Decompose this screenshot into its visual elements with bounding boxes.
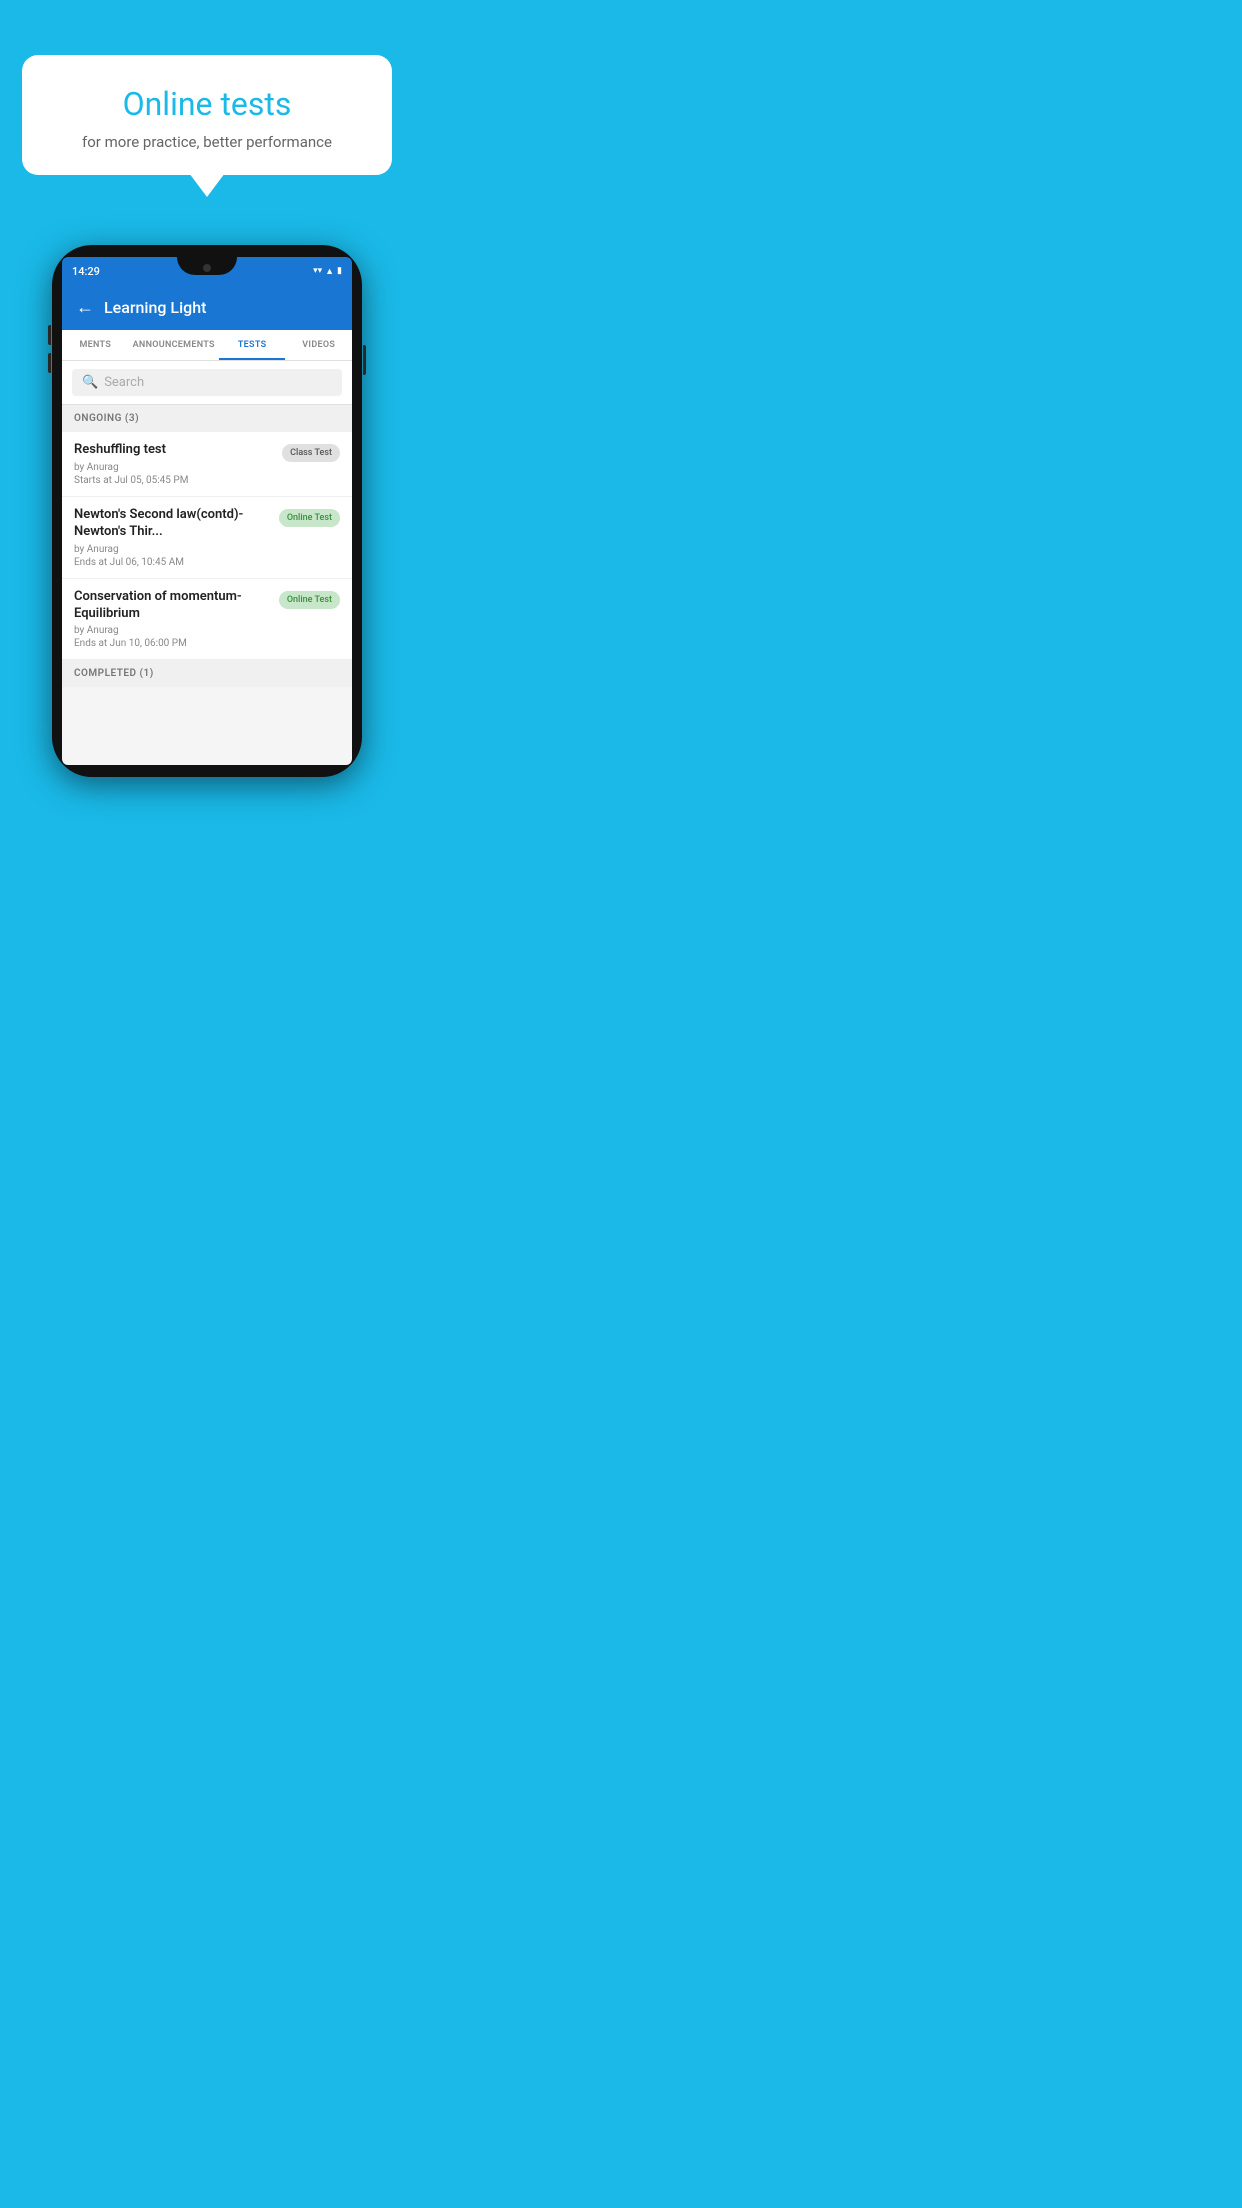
test-item-content: Reshuffling test by Anurag Starts at Jul…: [74, 442, 274, 486]
phone-body: 14:29 ▾▾ ▲ ▮ ← Learning Light MENTS: [52, 245, 362, 777]
test-date: Starts at Jul 05, 05:45 PM: [74, 475, 274, 486]
test-author: by Anurag: [74, 544, 271, 555]
status-bar: 14:29 ▾▾ ▲ ▮: [62, 257, 352, 285]
tab-videos[interactable]: VIDEOS: [285, 330, 352, 360]
volume-down-button: [48, 353, 51, 373]
battery-icon: ▮: [337, 266, 342, 276]
signal-icon: ▲: [325, 266, 334, 277]
search-bar[interactable]: 🔍 Search: [72, 369, 342, 396]
back-button[interactable]: ←: [76, 297, 94, 318]
test-item-content: Newton's Second law(contd)-Newton's Thir…: [74, 507, 271, 568]
front-camera: [203, 264, 211, 272]
test-item[interactable]: Reshuffling test by Anurag Starts at Jul…: [62, 432, 352, 497]
search-input[interactable]: Search: [104, 375, 144, 390]
test-date: Ends at Jul 06, 10:45 AM: [74, 557, 271, 568]
wifi-icon: ▾▾: [313, 266, 322, 276]
test-title: Newton's Second law(contd)-Newton's Thir…: [74, 507, 271, 541]
search-container: 🔍 Search: [62, 361, 352, 405]
test-item-content: Conservation of momentum-Equilibrium by …: [74, 589, 271, 650]
phone-frame: 14:29 ▾▾ ▲ ▮ ← Learning Light MENTS: [52, 245, 362, 777]
speech-bubble-section: Online tests for more practice, better p…: [0, 55, 414, 175]
volume-up-button: [48, 325, 51, 345]
test-author: by Anurag: [74, 625, 271, 636]
test-title: Conservation of momentum-Equilibrium: [74, 589, 271, 623]
phone-screen: ← Learning Light MENTS ANNOUNCEMENTS TES…: [62, 285, 352, 765]
test-author: by Anurag: [74, 462, 274, 473]
status-icons: ▾▾ ▲ ▮: [313, 266, 342, 277]
speech-bubble: Online tests for more practice, better p…: [22, 55, 392, 175]
test-badge-online: Online Test: [279, 509, 340, 527]
test-item[interactable]: Conservation of momentum-Equilibrium by …: [62, 579, 352, 661]
tabs-bar: MENTS ANNOUNCEMENTS TESTS VIDEOS: [62, 330, 352, 361]
phone-notch: [177, 257, 237, 275]
ongoing-section-header: ONGOING (3): [62, 405, 352, 432]
tab-ments[interactable]: MENTS: [62, 330, 129, 360]
completed-section-header: COMPLETED (1): [62, 660, 352, 687]
test-item[interactable]: Newton's Second law(contd)-Newton's Thir…: [62, 497, 352, 579]
bubble-subtitle: for more practice, better performance: [42, 133, 372, 151]
test-badge-class: Class Test: [282, 444, 340, 462]
power-button: [363, 345, 366, 375]
test-title: Reshuffling test: [74, 442, 274, 459]
tab-announcements[interactable]: ANNOUNCEMENTS: [129, 330, 219, 360]
test-date: Ends at Jun 10, 06:00 PM: [74, 638, 271, 649]
app-header: ← Learning Light: [62, 285, 352, 330]
phone-time: 14:29: [72, 265, 100, 278]
app-title: Learning Light: [104, 298, 206, 317]
tab-tests[interactable]: TESTS: [219, 330, 286, 360]
test-badge-online: Online Test: [279, 591, 340, 609]
bubble-title: Online tests: [42, 85, 372, 123]
search-icon: 🔍: [82, 375, 98, 390]
